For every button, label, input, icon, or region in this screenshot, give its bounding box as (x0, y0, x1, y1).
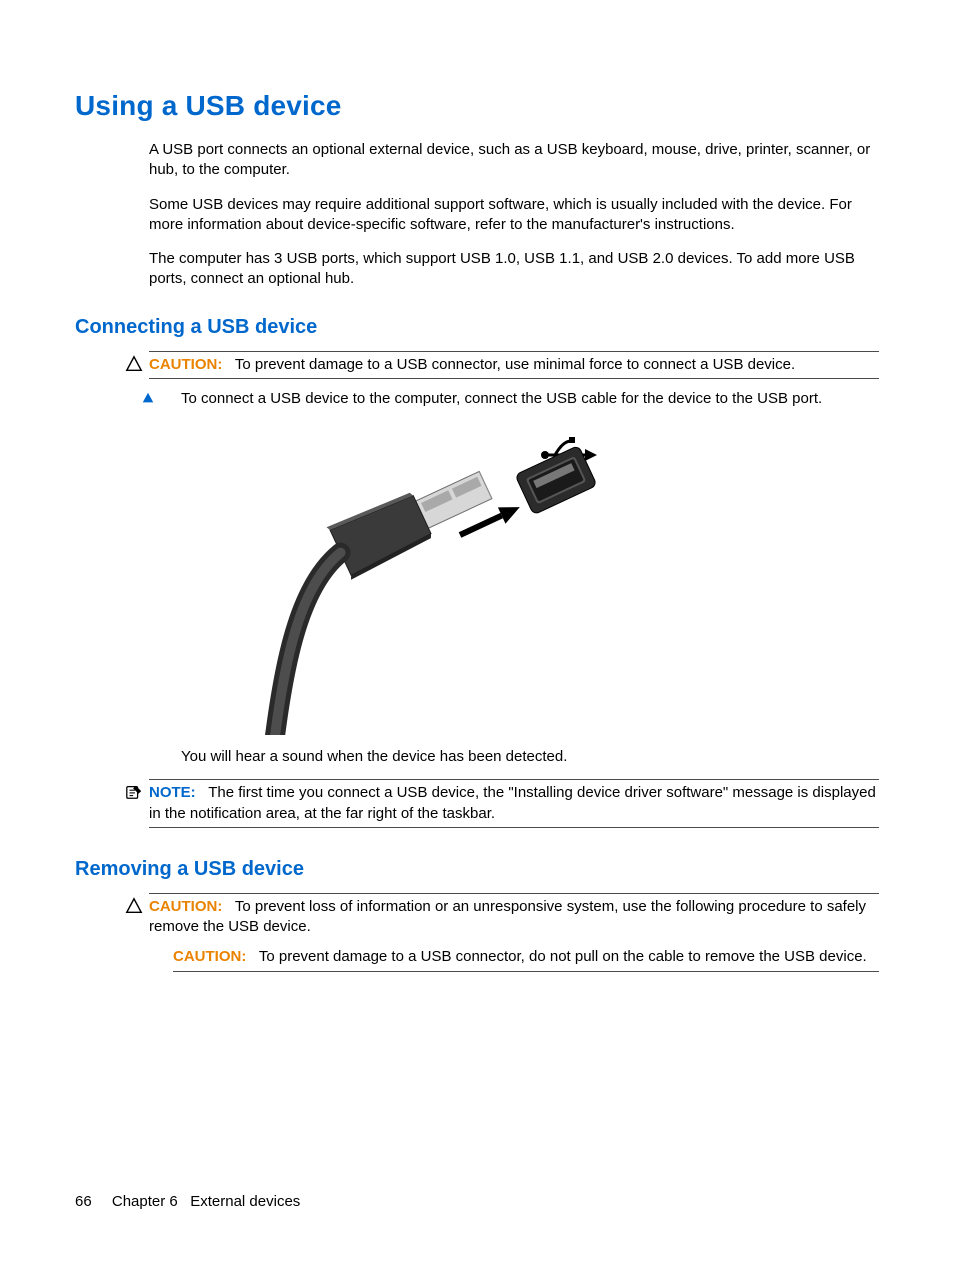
caution-label: CAUTION: (149, 356, 222, 373)
caution-removing: CAUTION: To prevent loss of information … (125, 889, 879, 979)
caution-label: CAUTION: (149, 898, 222, 915)
after-image-text: You will hear a sound when the device ha… (181, 745, 879, 775)
intro-paragraph-3: The computer has 3 USB ports, which supp… (149, 249, 879, 290)
note-text: The first time you connect a USB device,… (149, 784, 876, 821)
caution-connecting: CAUTION: To prevent damage to a USB conn… (125, 347, 879, 383)
usb-cable-illustration (185, 425, 645, 735)
page-number: 66 (75, 1193, 92, 1210)
intro-block: A USB port connects an optional external… (149, 140, 879, 290)
heading-removing-usb: Removing a USB device (75, 858, 879, 881)
caution-text: To prevent damage to a USB connector, us… (235, 356, 795, 373)
intro-paragraph-2: Some USB devices may require additional … (149, 195, 879, 236)
caution-label-2: CAUTION: (173, 948, 246, 965)
step-triangle-icon (141, 391, 157, 407)
page: Using a USB device A USB port connects a… (0, 0, 954, 1270)
note-first-connect: NOTE: The first time you connect a USB d… (125, 775, 879, 832)
note-label: NOTE: (149, 784, 196, 801)
note-pencil-icon (125, 783, 143, 801)
step-connect-usb: To connect a USB device to the computer,… (125, 383, 879, 415)
caution-triangle-icon (125, 355, 143, 373)
page-footer: 66 Chapter 6 External devices (75, 1193, 300, 1210)
caution-text-1: To prevent loss of information or an unr… (149, 898, 866, 935)
heading-using-usb-device: Using a USB device (75, 90, 879, 122)
caution-triangle-icon (125, 897, 143, 915)
caution-text-2: To prevent damage to a USB connector, do… (259, 948, 867, 965)
heading-connecting-usb: Connecting a USB device (75, 316, 879, 339)
intro-paragraph-1: A USB port connects an optional external… (149, 140, 879, 181)
chapter-label: Chapter 6 External devices (112, 1193, 300, 1210)
step-text: To connect a USB device to the computer,… (181, 390, 822, 407)
